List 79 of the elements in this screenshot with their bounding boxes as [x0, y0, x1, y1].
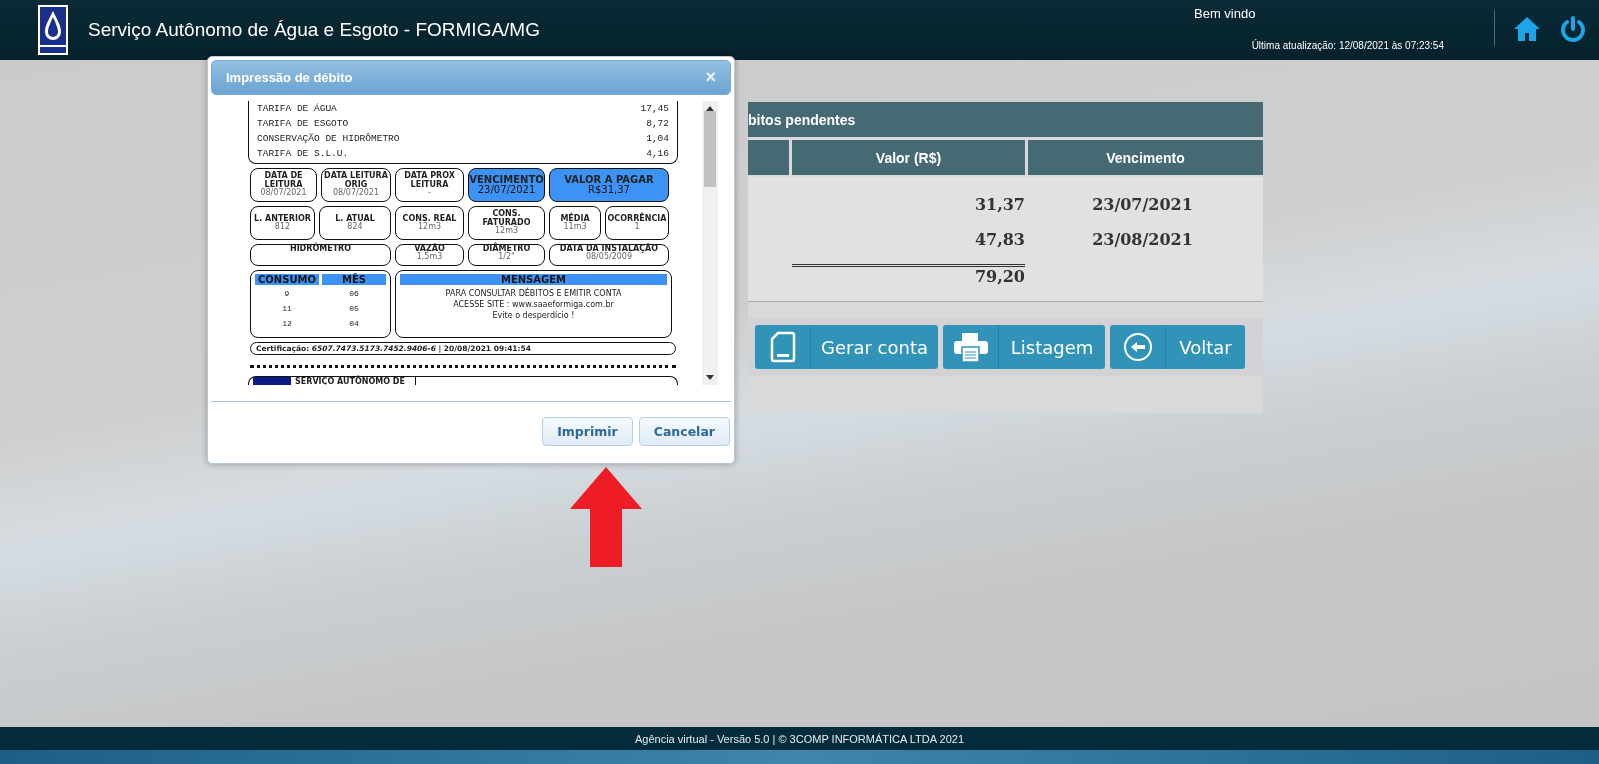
field-label: OCORRÊNCIA [607, 214, 667, 223]
field-value: 1 [634, 223, 640, 232]
field-label: MÉDIA [560, 214, 590, 223]
consumption-header: MÊS [322, 274, 386, 285]
charge-label: TARIFA DE S.L.U. [257, 148, 349, 159]
welcome-text: Bem vindo [1194, 6, 1257, 21]
charge-label: CONSERVAÇÃO DE HIDRÔMETRO [257, 133, 400, 144]
power-button[interactable] [1559, 16, 1587, 44]
up-arrow-icon [570, 467, 642, 567]
field-label: L. ATUAL [335, 214, 375, 223]
dialog-button[interactable]: Imprimir [542, 416, 633, 446]
consumption-cell-text: 05 [348, 303, 360, 315]
due-date: 23/08/2021 [1092, 230, 1193, 249]
charge-value: 1,04 [646, 133, 669, 144]
field-value: 08/07/2021 [332, 189, 380, 198]
field-value: 812 [274, 223, 291, 232]
site-title: Serviço Autônomo de Água e Esgoto - FORMIGA/MG [88, 19, 540, 41]
message-line: Evite o desperdício ! [491, 310, 576, 321]
field-value: 08/05/2009 [585, 253, 633, 262]
logo [38, 5, 68, 55]
power-icon [1560, 16, 1586, 42]
printer-icon [952, 332, 989, 362]
consumption-cell-text: 06 [348, 288, 360, 300]
charge-value: 17,45 [640, 103, 669, 114]
field-label: DATA PROX LEITURA [403, 172, 456, 190]
amount: 31,37 [974, 195, 1025, 214]
consumption-header: CONSUMO [255, 274, 319, 285]
footer-text: Agência virtual - Versão 5.0 | © 3COMP INFORMÁTICA LTDA 2021 [0, 727, 1599, 750]
action-button[interactable]: Listagem [943, 325, 1105, 369]
field-label: VENCIMENTO [469, 174, 544, 185]
field-label: VAZÃO [414, 245, 445, 253]
home-icon [1513, 16, 1541, 42]
field-value: 12m3 [494, 227, 519, 236]
scroll-thumb[interactable] [704, 111, 716, 187]
scrollbar[interactable] [702, 101, 718, 385]
total-amount: 79,20 [974, 266, 1025, 286]
action-button[interactable]: Gerar conta [755, 325, 938, 369]
field-label: DATA DE LEITURA [264, 172, 303, 189]
consumption-cell-text: 12 [281, 318, 293, 330]
message-line: ACESSE SITE : www.saaeformiga.com.br [452, 299, 615, 310]
charge-label: TARIFA DE ÁGUA [257, 103, 337, 114]
scroll-down-icon [706, 375, 714, 380]
stub-text: SERVIÇO AUTÔNOMO DE [295, 377, 416, 385]
consumption-cell-text: 11 [281, 303, 293, 315]
field-label: CONS. FATURADO [481, 210, 532, 227]
field-value: 1/2" [498, 253, 515, 262]
field-label: VALOR A PAGAR [564, 174, 654, 185]
field-label: CONS. REAL [402, 214, 457, 223]
field-label: DATA LEITURA ORIG [323, 172, 389, 189]
message-header: MENSAGEM [400, 274, 667, 285]
panel-title: bitos pendentes [748, 102, 1263, 137]
amount: 47,83 [974, 230, 1025, 249]
charge-value: 4,16 [646, 148, 669, 159]
home-button[interactable] [1513, 16, 1541, 44]
column-header: Vencimento [1028, 140, 1263, 175]
field-value: 12m3 [417, 223, 442, 232]
field-value: - [428, 189, 431, 198]
dialog-button[interactable]: Cancelar [638, 416, 730, 446]
charge-label: TARIFA DE ESGOTO [257, 118, 349, 129]
column-header [748, 140, 789, 175]
field-value: 824 [347, 223, 363, 232]
field-label: L. ANTERIOR [254, 214, 311, 223]
action-button[interactable]: Voltar [1110, 325, 1245, 369]
charge-value: 8,72 [646, 118, 669, 129]
document-icon [769, 331, 796, 363]
close-button[interactable]: × [705, 67, 716, 88]
field-value: 23/07/2021 [477, 185, 536, 196]
stub-logo [253, 377, 291, 385]
consumption-cell-text: 9 [283, 288, 291, 300]
field-value: R$31,37 [588, 185, 630, 196]
column-header: Valor (R$) [792, 140, 1025, 175]
field-value: 1,5m3 [416, 253, 443, 262]
message-line: PARA CONSULTAR DÉBITOS E EMITIR CONTA [444, 288, 623, 299]
due-date: 23/07/2021 [1092, 195, 1193, 214]
consumption-cell-text: 04 [348, 318, 360, 330]
field-value: 11m3 [563, 223, 587, 232]
dialog-title: Impressão de débito [226, 70, 353, 85]
last-update-text: Última atualização: 12/08/2021 às 07:23:54 [1251, 40, 1444, 51]
field-value: 08/07/2021 [260, 189, 307, 198]
